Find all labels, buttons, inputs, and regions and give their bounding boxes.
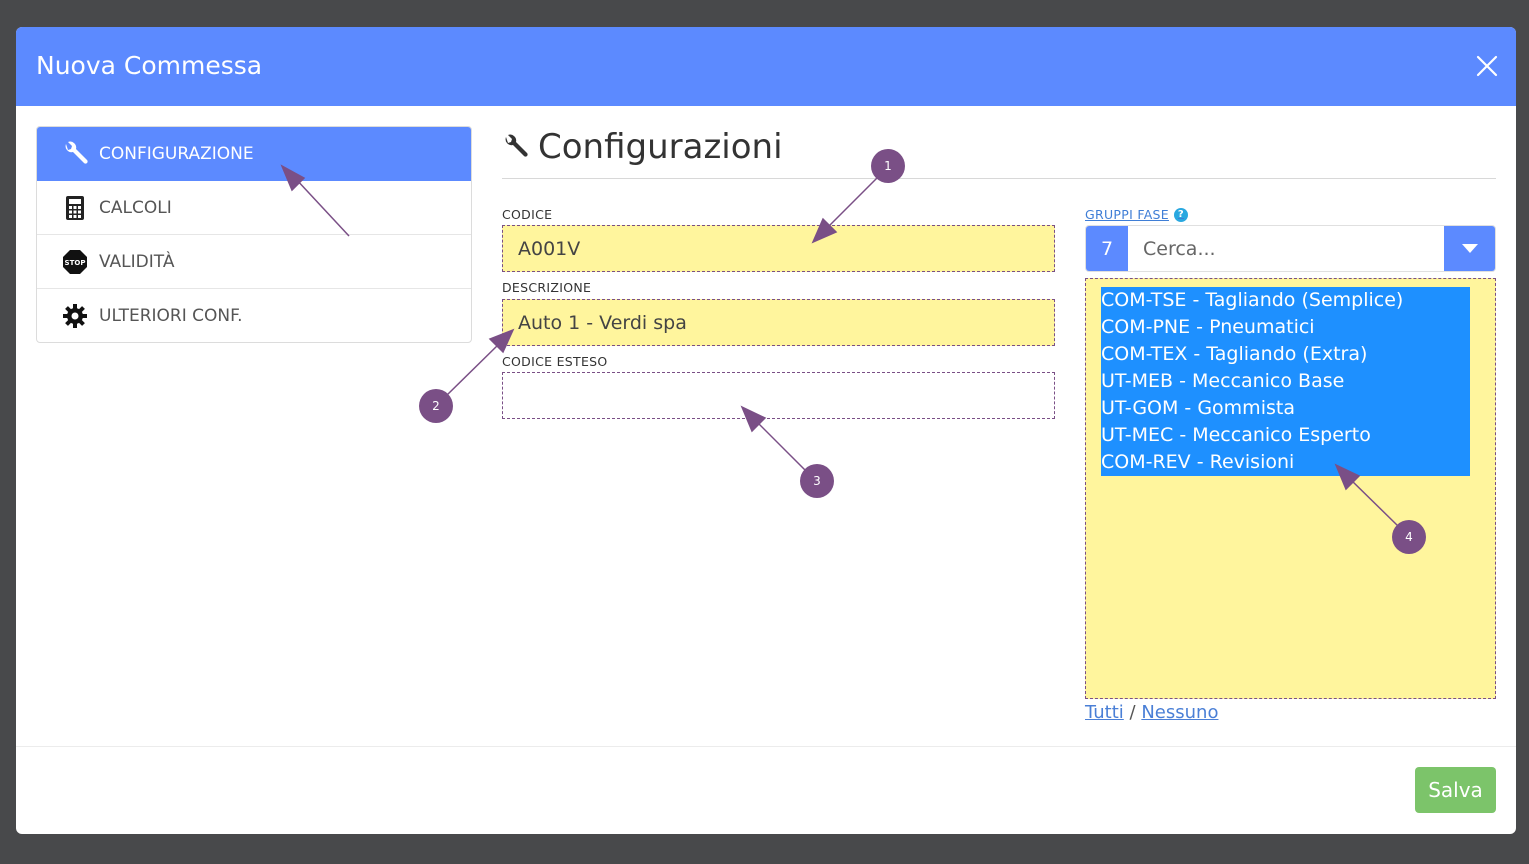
annotation-marker-4: 4 [1392, 520, 1426, 554]
annotation-marker-3: 3 [800, 464, 834, 498]
descrizione-label: DESCRIZIONE [502, 280, 592, 295]
gruppi-fase-select: 7 [1085, 225, 1496, 272]
dropdown-toggle-button[interactable] [1444, 226, 1495, 271]
sidebar-item-label: VALIDITÀ [99, 251, 175, 272]
sidebar-item-validita[interactable]: STOP VALIDITÀ [37, 235, 471, 289]
list-item[interactable]: UT-GOM - Gommista [1101, 395, 1470, 422]
list-item[interactable]: UT-MEB - Meccanico Base [1101, 368, 1470, 395]
stop-sign-text: STOP [65, 259, 86, 267]
list-item[interactable]: COM-TEX - Tagliando (Extra) [1101, 341, 1470, 368]
chevron-down-icon [1461, 243, 1478, 253]
gear-icon [61, 302, 89, 330]
codice-esteso-field[interactable] [502, 372, 1055, 419]
close-icon[interactable] [1476, 55, 1498, 77]
selected-count-badge: 7 [1086, 226, 1128, 271]
modal-title: Nuova Commessa [36, 51, 263, 80]
codice-field[interactable] [502, 225, 1055, 272]
select-all-link[interactable]: Tutti [1085, 702, 1124, 723]
list-item[interactable]: COM-PNE - Pneumatici [1101, 314, 1470, 341]
new-order-modal: Nuova Commessa CONFIGURAZIONE CALCOLI ST… [16, 27, 1516, 834]
list-item[interactable]: UT-MEC - Meccanico Esperto [1101, 422, 1470, 449]
modal-header: Nuova Commessa [16, 27, 1516, 106]
wrench-icon [61, 140, 89, 168]
wrench-icon [502, 132, 532, 162]
calculator-icon [61, 194, 89, 222]
sidebar-nav: CONFIGURAZIONE CALCOLI STOP VALIDITÀ ULT… [36, 126, 472, 343]
save-button[interactable]: Salva [1415, 767, 1496, 813]
annotation-marker-1: 1 [871, 149, 905, 183]
footer-divider [16, 746, 1516, 747]
select-links: Tutti / Nessuno [1085, 702, 1218, 723]
codice-esteso-label: CODICE ESTESO [502, 354, 608, 369]
link-separator: / [1129, 702, 1136, 723]
descrizione-field[interactable] [502, 299, 1055, 346]
gruppi-fase-label-text[interactable]: GRUPPI FASE [1085, 207, 1169, 222]
sidebar-item-calcoli[interactable]: CALCOLI [37, 181, 471, 235]
sidebar-item-label: ULTERIORI CONF. [99, 306, 243, 326]
sidebar-item-configurazione[interactable]: CONFIGURAZIONE [37, 127, 471, 181]
help-icon[interactable]: ? [1173, 207, 1188, 222]
section-divider [502, 178, 1496, 179]
section-title: Configurazioni [502, 127, 783, 167]
gruppi-search-input[interactable] [1128, 226, 1444, 271]
stop-sign-icon: STOP [61, 248, 89, 276]
section-title-text: Configurazioni [538, 127, 783, 167]
codice-label: CODICE [502, 207, 553, 222]
gruppi-fase-listbox[interactable]: COM-TSE - Tagliando (Semplice) COM-PNE -… [1085, 278, 1496, 699]
sidebar-item-label: CALCOLI [99, 197, 172, 218]
gruppi-fase-label[interactable]: GRUPPI FASE ? [1085, 207, 1188, 222]
select-none-link[interactable]: Nessuno [1141, 702, 1218, 723]
list-item[interactable]: COM-REV - Revisioni [1101, 449, 1470, 476]
sidebar-item-ulteriori-conf[interactable]: ULTERIORI CONF. [37, 289, 471, 342]
sidebar-item-label: CONFIGURAZIONE [99, 144, 254, 164]
annotation-marker-2: 2 [419, 389, 453, 423]
list-item[interactable]: COM-TSE - Tagliando (Semplice) [1101, 287, 1470, 314]
